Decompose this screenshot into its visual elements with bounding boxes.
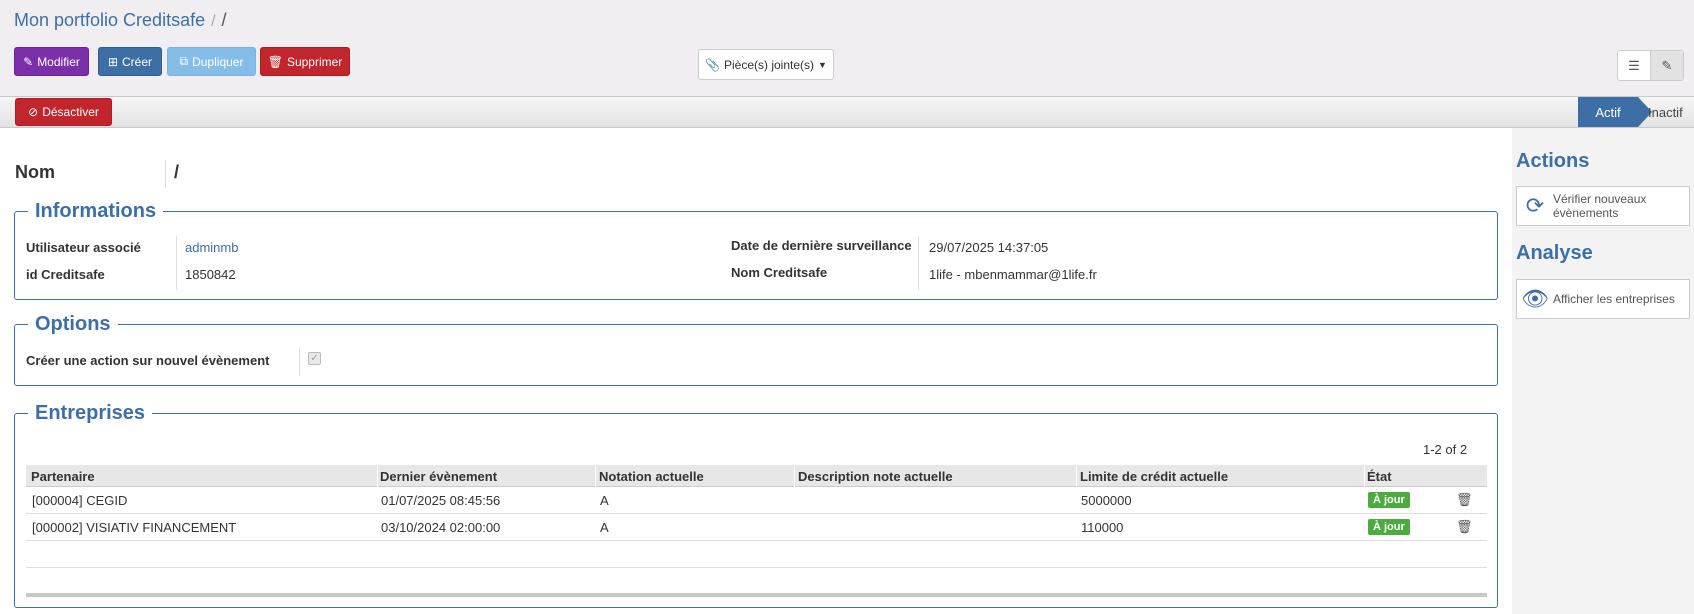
creer-action-checkbox[interactable]: ✓ xyxy=(308,352,321,365)
edit-icon: ✎ xyxy=(1661,57,1673,73)
column-header-dernier[interactable]: Dernier évènement xyxy=(380,469,497,484)
table-row-empty xyxy=(26,568,1487,595)
trash-icon: 🗑 xyxy=(267,54,283,69)
status-badge: À jour xyxy=(1368,492,1410,508)
column-separator xyxy=(794,465,795,487)
column-separator xyxy=(1076,465,1077,487)
column-header-etat[interactable]: État xyxy=(1367,469,1392,484)
informations-title: Informations xyxy=(35,200,157,222)
column-header-description[interactable]: Description note actuelle xyxy=(798,469,953,484)
status-inactif[interactable]: Inactif xyxy=(1648,97,1683,127)
nom-label: Nom xyxy=(15,162,55,182)
date-surveillance-label: Date de dernière surveillance xyxy=(731,238,912,253)
modifier-button[interactable]: ✎ Modifier xyxy=(14,47,89,76)
id-creditsafe-value: 1850842 xyxy=(185,267,236,282)
column-header-limite[interactable]: Limite de crédit actuelle xyxy=(1080,469,1228,484)
actions-title: Actions xyxy=(1516,150,1590,172)
form-view-button[interactable]: ✎ xyxy=(1650,51,1683,80)
horizontal-scrollbar[interactable] xyxy=(26,593,1487,597)
column-header-partenaire[interactable]: Partenaire xyxy=(31,469,95,484)
table-row-empty xyxy=(26,541,1487,568)
table-row[interactable]: [000004] CEGID 01/07/2025 08:45:56 A 500… xyxy=(26,487,1487,514)
desactiver-button[interactable]: ⊘ Désactiver xyxy=(15,98,112,126)
nom-divider xyxy=(165,160,166,188)
attachments-dropdown[interactable]: 📎 Pièce(s) jointe(s) ▼ xyxy=(698,49,834,80)
options-group: Options xyxy=(14,313,1498,386)
verifier-evenements-button[interactable]: ⟳ Vérifier nouveaux évènements xyxy=(1516,186,1690,226)
column-separator xyxy=(595,465,596,487)
refresh-icon: ⟳ xyxy=(1525,193,1545,218)
paperclip-icon: 📎 xyxy=(705,57,720,72)
field-divider xyxy=(176,236,177,290)
creer-action-label: Créer une action sur nouvel évènement xyxy=(26,353,270,368)
breadcrumb: Mon portfolio Creditsafe / / xyxy=(14,10,227,31)
table-header: Partenaire Dernier évènement Notation ac… xyxy=(26,465,1487,487)
list-view-button[interactable]: ☰ xyxy=(1618,51,1650,80)
status-badge: À jour xyxy=(1368,519,1410,535)
status-bar: ⊘ Désactiver Actif Inactif xyxy=(0,96,1694,128)
supprimer-button[interactable]: 🗑 Supprimer xyxy=(260,47,350,76)
entreprises-table: Partenaire Dernier évènement Notation ac… xyxy=(26,465,1487,595)
nom-creditsafe-label: Nom Creditsafe xyxy=(731,265,828,280)
cell-notation: A xyxy=(600,493,609,508)
cell-notation: A xyxy=(600,520,609,535)
eye-icon: 👁 xyxy=(1521,286,1549,311)
edit-icon: ✎ xyxy=(23,54,34,69)
dupliquer-button[interactable]: ⧉ Dupliquer xyxy=(167,47,256,76)
creer-button[interactable]: ⊞ Créer xyxy=(98,47,162,76)
afficher-entreprises-button[interactable]: 👁 Afficher les entreprises xyxy=(1516,279,1690,319)
delete-row-icon[interactable]: 🗑 xyxy=(1456,492,1473,508)
breadcrumb-current: / xyxy=(221,10,227,30)
check-icon: ✓ xyxy=(310,353,319,364)
column-separator xyxy=(1364,465,1365,487)
entreprises-title: Entreprises xyxy=(35,402,146,424)
status-actif[interactable]: Actif xyxy=(1578,97,1652,127)
table-row[interactable]: [000002] VISIATIV FINANCEMENT 03/10/2024… xyxy=(26,514,1487,541)
field-divider xyxy=(918,236,919,290)
utilisateur-label: Utilisateur associé xyxy=(26,240,141,255)
cell-dernier: 03/10/2024 02:00:00 xyxy=(381,520,501,535)
cell-limite: 110000 xyxy=(1081,520,1124,535)
analyse-title: Analyse xyxy=(1516,242,1593,264)
cell-dernier: 01/07/2025 08:45:56 xyxy=(381,493,501,508)
ban-icon: ⊘ xyxy=(28,105,39,119)
column-header-notation[interactable]: Notation actuelle xyxy=(599,469,704,484)
breadcrumb-separator: / xyxy=(211,13,216,30)
plus-square-icon: ⊞ xyxy=(107,54,119,69)
list-icon: ☰ xyxy=(1628,57,1640,73)
column-separator xyxy=(377,465,378,487)
nom-creditsafe-value: 1life - mbenmammar@1life.fr xyxy=(929,267,1097,282)
date-surveillance-value: 29/07/2025 14:37:05 xyxy=(929,240,1049,255)
nom-field[interactable]: / xyxy=(174,162,179,183)
breadcrumb-root-link[interactable]: Mon portfolio Creditsafe xyxy=(14,10,205,30)
view-switcher: ☰ ✎ xyxy=(1617,50,1684,81)
id-creditsafe-label: id Creditsafe xyxy=(26,267,105,282)
cell-partenaire: [000004] CEGID xyxy=(32,493,128,508)
delete-row-icon[interactable]: 🗑 xyxy=(1456,519,1473,535)
pager-value[interactable]: 1-2 of 2 xyxy=(1423,442,1467,457)
field-divider xyxy=(299,348,300,376)
caret-down-icon: ▼ xyxy=(818,59,827,70)
options-title: Options xyxy=(35,313,111,335)
cell-partenaire: [000002] VISIATIV FINANCEMENT xyxy=(32,520,237,535)
copy-icon: ⧉ xyxy=(179,54,189,68)
utilisateur-link[interactable]: adminmb xyxy=(185,240,238,255)
cell-limite: 5000000 xyxy=(1081,493,1132,508)
